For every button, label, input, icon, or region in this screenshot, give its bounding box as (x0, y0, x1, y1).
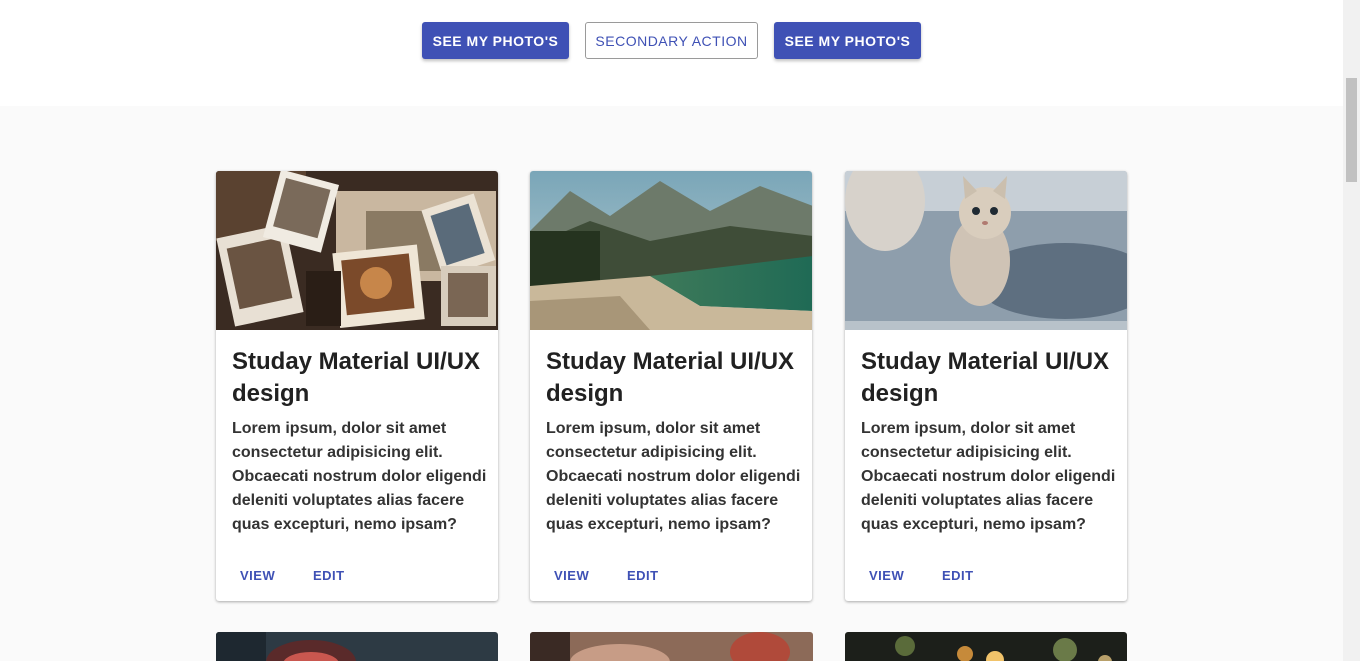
card-body-text: Lorem ipsum, dolor sit amet consectetur … (232, 420, 487, 533)
see-my-photos-button[interactable]: SEE MY PHOTO'S (422, 22, 569, 59)
see-my-photos-button-2[interactable]: SEE MY PHOTO'S (774, 22, 921, 59)
view-button[interactable]: VIEW (554, 568, 589, 583)
edit-button[interactable]: EDIT (313, 568, 345, 583)
card-image-hands (530, 632, 813, 661)
card-image-kitten (845, 171, 1127, 330)
edit-button[interactable]: EDIT (942, 568, 974, 583)
scrollbar-thumb[interactable] (1346, 78, 1357, 182)
page-scrollbar[interactable] (1343, 0, 1360, 661)
card-image-photographs (216, 171, 498, 330)
card: Studay Material UI/UX design Lorem ipsum… (845, 171, 1127, 601)
card: Studay Material UI/UX design Lorem ipsum… (530, 171, 812, 601)
card-title: Studay Material UI/UX design (861, 348, 1110, 407)
edit-button[interactable]: EDIT (627, 568, 659, 583)
card-title: Studay Material UI/UX design (232, 348, 481, 407)
card-title: Studay Material UI/UX design (546, 348, 795, 407)
card-body-text: Lorem ipsum, dolor sit amet consectetur … (861, 420, 1116, 533)
card-image-mountain-lake (530, 171, 812, 330)
card-body-text: Lorem ipsum, dolor sit amet consectetur … (546, 420, 801, 533)
view-button[interactable]: VIEW (240, 568, 275, 583)
card: Studay Material UI/UX design Lorem ipsum… (216, 171, 498, 601)
view-button[interactable]: VIEW (869, 568, 904, 583)
card-image-bokeh (845, 632, 1127, 661)
card-image-dog (216, 632, 498, 661)
secondary-action-button[interactable]: SECONDARY ACTION (585, 22, 758, 59)
hero-section: SEE MY PHOTO'S SECONDARY ACTION SEE MY P… (0, 0, 1343, 106)
